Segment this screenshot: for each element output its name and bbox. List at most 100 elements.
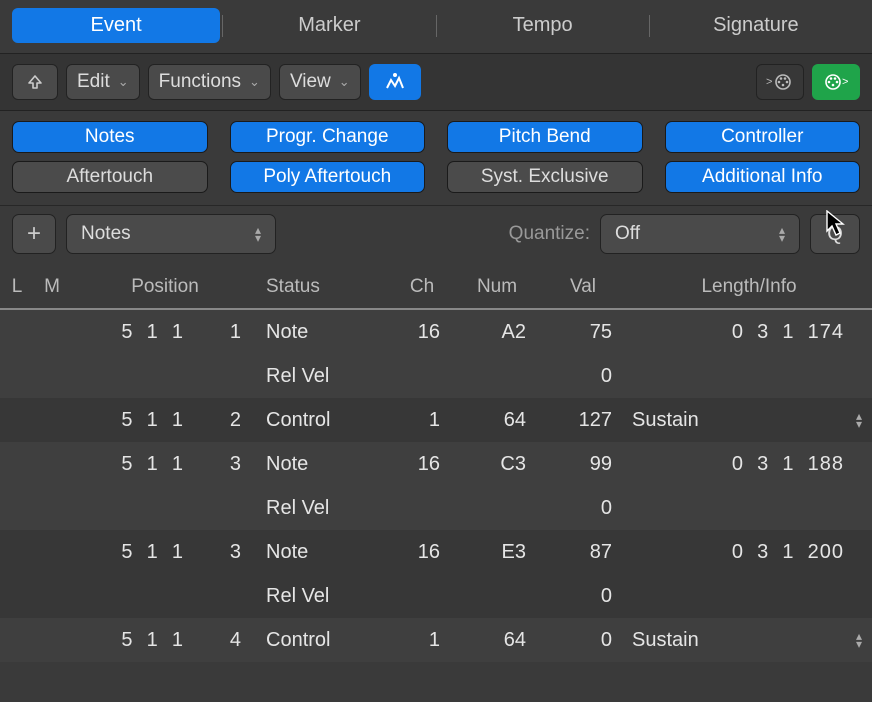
cell-channel[interactable]: 16 [390, 541, 454, 564]
edit-menu-label: Edit [77, 71, 110, 93]
table-row[interactable]: Rel Vel 0 [0, 486, 872, 530]
cell-num[interactable]: C3 [454, 453, 540, 476]
table-row[interactable]: Rel Vel 0 [0, 574, 872, 618]
table-row[interactable]: Rel Vel 0 [0, 354, 872, 398]
cell-num[interactable]: 64 [454, 409, 540, 432]
cell-position[interactable]: 5 1 1 1 [70, 321, 260, 344]
cell-length[interactable]: 0 3 1 188 [626, 453, 872, 476]
filter-program-change[interactable]: Progr. Change [230, 121, 426, 153]
cell-val[interactable]: 0 [540, 497, 626, 520]
column-header-position[interactable]: Position [70, 276, 260, 298]
cell-status[interactable]: Control [260, 409, 390, 432]
column-header-num[interactable]: Num [454, 276, 540, 298]
cell-channel[interactable]: 16 [390, 321, 454, 344]
hierarchy-up-button[interactable] [12, 64, 58, 100]
view-menu[interactable]: View ⌄ [279, 64, 361, 100]
column-header-status[interactable]: Status [260, 276, 390, 298]
quantize-button[interactable]: Q [810, 214, 860, 254]
filter-additional-info[interactable]: Additional Info [665, 161, 861, 193]
chevron-down-icon: ⌄ [339, 74, 350, 90]
view-menu-label: View [290, 71, 331, 93]
functions-menu[interactable]: Functions ⌄ [148, 64, 271, 100]
cell-status[interactable]: Rel Vel [260, 365, 390, 388]
svg-text:>: > [766, 76, 772, 88]
cell-position[interactable]: 5 1 1 4 [70, 629, 260, 652]
stepper-icon: ▴▾ [255, 226, 261, 242]
tab-separator [222, 15, 223, 37]
event-type-select[interactable]: Notes ▴▾ [66, 214, 276, 254]
cell-val[interactable]: 99 [540, 453, 626, 476]
functions-menu-label: Functions [159, 71, 241, 93]
cell-val[interactable]: 0 [540, 365, 626, 388]
cell-val[interactable]: 87 [540, 541, 626, 564]
column-header-length[interactable]: Length/Info [626, 276, 872, 298]
column-header-val[interactable]: Val [540, 276, 626, 298]
table-row[interactable]: 5 1 1 4Control1640Sustain▴▾ [0, 618, 872, 662]
filter-notes[interactable]: Notes [12, 121, 208, 153]
cell-length[interactable]: Sustain▴▾ [626, 629, 872, 652]
svg-text:>: > [842, 76, 848, 88]
column-header-lock[interactable]: L [0, 276, 34, 298]
tab-event[interactable]: Event [12, 8, 220, 43]
table-row[interactable]: 5 1 1 3Note16E3870 3 1 200 [0, 530, 872, 574]
cell-status[interactable]: Rel Vel [260, 497, 390, 520]
tab-marker[interactable]: Marker [225, 8, 433, 43]
cell-channel[interactable]: 1 [390, 629, 454, 652]
event-type-filters: Notes Progr. Change Pitch Bend Controlle… [0, 111, 872, 205]
midi-in-button[interactable]: > [812, 64, 860, 100]
cell-num[interactable]: E3 [454, 541, 540, 564]
cell-val[interactable]: 75 [540, 321, 626, 344]
cell-num[interactable]: A2 [454, 321, 540, 344]
table-row[interactable]: 5 1 1 1Note16A2750 3 1 174 [0, 310, 872, 354]
stepper-icon: ▴▾ [856, 632, 862, 648]
filter-poly-aftertouch[interactable]: Poly Aftertouch [230, 161, 426, 193]
cell-val[interactable]: 0 [540, 585, 626, 608]
cell-channel[interactable]: 16 [390, 453, 454, 476]
event-table-header: L M Position Status Ch Num Val Length/In… [0, 266, 872, 310]
tab-signature[interactable]: Signature [652, 8, 860, 43]
plus-icon: + [27, 220, 41, 248]
arrow-up-icon [26, 73, 44, 91]
quantize-select[interactable]: Off ▴▾ [600, 214, 800, 254]
stepper-icon: ▴▾ [856, 412, 862, 428]
catch-playhead-button[interactable] [369, 64, 421, 100]
cell-status[interactable]: Control [260, 629, 390, 652]
quantize-label: Quantize: [509, 223, 590, 245]
cell-position[interactable]: 5 1 1 3 [70, 541, 260, 564]
catch-icon [383, 72, 407, 92]
cell-length[interactable]: Sustain▴▾ [626, 409, 872, 432]
add-event-button[interactable]: + [12, 214, 56, 254]
midi-in-icon: > [822, 71, 850, 93]
stepper-icon: ▴▾ [779, 226, 785, 242]
tab-separator [649, 15, 650, 37]
filter-controller[interactable]: Controller [665, 121, 861, 153]
cell-status[interactable]: Note [260, 541, 390, 564]
filter-aftertouch[interactable]: Aftertouch [12, 161, 208, 193]
cell-position[interactable]: 5 1 1 3 [70, 453, 260, 476]
column-header-channel[interactable]: Ch [390, 276, 454, 298]
cell-status[interactable]: Note [260, 453, 390, 476]
cell-val[interactable]: 0 [540, 629, 626, 652]
cell-status[interactable]: Rel Vel [260, 585, 390, 608]
cell-val[interactable]: 127 [540, 409, 626, 432]
toolbar: Edit ⌄ Functions ⌄ View ⌄ > > [0, 53, 872, 111]
midi-out-icon: > [766, 71, 794, 93]
filter-pitch-bend[interactable]: Pitch Bend [447, 121, 643, 153]
table-row[interactable]: 5 1 1 2Control164127Sustain▴▾ [0, 398, 872, 442]
cell-length[interactable]: 0 3 1 200 [626, 541, 872, 564]
cell-num[interactable]: 64 [454, 629, 540, 652]
cell-length[interactable]: 0 3 1 174 [626, 321, 872, 344]
cell-channel[interactable]: 1 [390, 409, 454, 432]
add-event-bar: + Notes ▴▾ Quantize: Off ▴▾ Q [0, 205, 872, 266]
filter-system-exclusive[interactable]: Syst. Exclusive [447, 161, 643, 193]
midi-out-button[interactable]: > [756, 64, 804, 100]
table-row[interactable]: 5 1 1 3Note16C3990 3 1 188 [0, 442, 872, 486]
cell-position[interactable]: 5 1 1 2 [70, 409, 260, 432]
tab-tempo[interactable]: Tempo [439, 8, 647, 43]
cell-status[interactable]: Note [260, 321, 390, 344]
edit-menu[interactable]: Edit ⌄ [66, 64, 140, 100]
column-header-mute[interactable]: M [34, 276, 70, 298]
quantize-value: Off [615, 223, 640, 245]
chevron-down-icon: ⌄ [249, 74, 260, 90]
event-type-value: Notes [81, 223, 131, 245]
